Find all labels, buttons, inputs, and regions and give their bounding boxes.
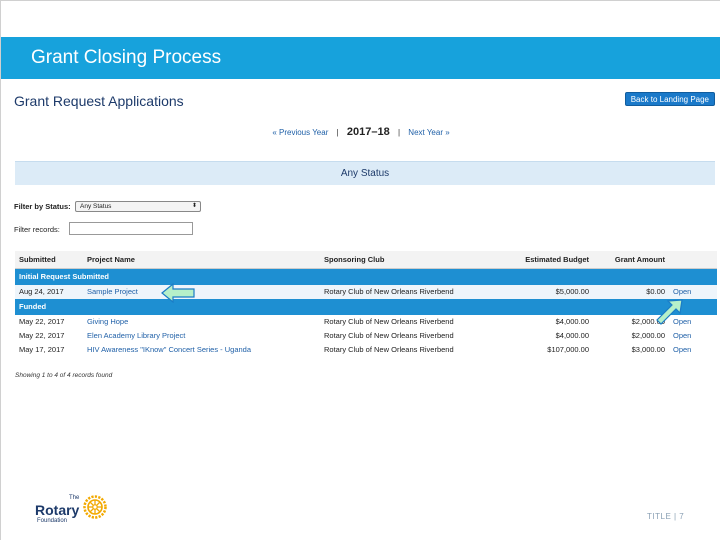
cell-club: Rotary Club of New Orleans Riverbend xyxy=(324,345,454,354)
slide: Grant Closing Process Grant Request Appl… xyxy=(0,0,720,540)
app-screenshot: Grant Request Applications Back to Landi… xyxy=(11,85,719,385)
left-arrow-callout-icon xyxy=(161,283,195,303)
back-to-landing-button[interactable]: Back to Landing Page xyxy=(624,92,715,106)
slide-title: Grant Closing Process xyxy=(31,47,222,68)
col-estimated-budget[interactable]: Estimated Budget xyxy=(495,251,593,269)
table-row: May 22, 2017 Elen Academy Library Projec… xyxy=(15,329,717,343)
cell-budget: $107,000.00 xyxy=(547,345,589,354)
group-label: Funded xyxy=(15,298,717,315)
rotary-foundation-logo: The Rotary Foundation xyxy=(35,493,115,527)
group-row-funded: Funded xyxy=(15,298,717,315)
records-count: Showing 1 to 4 of 4 records found xyxy=(15,372,113,379)
cell-submitted: Aug 24, 2017 xyxy=(15,284,83,299)
title-band: Grant Closing Process xyxy=(1,37,720,79)
table-row: May 22, 2017 Giving Hope Rotary Club of … xyxy=(15,315,717,329)
cell-budget: $4,000.00 xyxy=(555,317,589,326)
cell-grant: $3,000.00 xyxy=(631,345,665,354)
current-year: 2017–18 xyxy=(346,126,390,138)
table-row: May 17, 2017 HIV Awareness "IKnow" Conce… xyxy=(15,343,717,357)
previous-year-link[interactable]: « Previous Year xyxy=(272,128,328,137)
next-year-link[interactable]: Next Year » xyxy=(408,128,449,137)
cell-project-link[interactable]: Elen Academy Library Project xyxy=(83,329,320,343)
col-project-name[interactable]: Project Name xyxy=(83,251,320,269)
filter-records-label: Filter records: xyxy=(14,225,60,234)
diagonal-arrow-callout-icon xyxy=(656,299,683,325)
open-link[interactable]: Open xyxy=(669,343,717,357)
cell-grant: $2,000.00 xyxy=(631,331,665,340)
cell-submitted: May 22, 2017 xyxy=(19,331,65,340)
col-grant-amount[interactable]: Grant Amount xyxy=(593,251,669,269)
cell-project-link[interactable]: Giving Hope xyxy=(83,315,320,329)
group-label: Initial Request Submitted xyxy=(15,268,717,285)
cell-budget: $4,000.00 xyxy=(555,331,589,340)
logo-foundation: Foundation xyxy=(37,518,68,524)
page-title: Grant Request Applications xyxy=(14,93,184,109)
cell-budget: $5,000.00 xyxy=(495,284,593,299)
year-navigation: « Previous Year | 2017–18 | Next Year » xyxy=(11,126,711,138)
open-link[interactable]: Open xyxy=(669,329,717,343)
logo-rotary: Rotary xyxy=(35,502,80,518)
col-submitted[interactable]: Submitted xyxy=(15,251,83,269)
filter-records-input[interactable] xyxy=(69,222,193,235)
filter-status-label: Filter by Status: xyxy=(14,202,71,211)
status-select-value: Any Status xyxy=(80,203,112,210)
separator: | xyxy=(397,128,401,137)
status-select[interactable]: Any Status ⬍ xyxy=(75,201,201,212)
cell-project-link[interactable]: Sample Project xyxy=(83,284,320,299)
cell-submitted: May 17, 2017 xyxy=(19,345,65,354)
cell-submitted: May 22, 2017 xyxy=(19,317,65,326)
open-link[interactable]: Open xyxy=(669,284,717,299)
col-action xyxy=(669,251,717,269)
status-heading: Any Status xyxy=(15,161,715,185)
table-header-row: Submitted Project Name Sponsoring Club E… xyxy=(15,251,717,269)
separator: | xyxy=(336,128,339,137)
group-row-initial: Initial Request Submitted xyxy=(15,268,717,285)
grant-table: Submitted Project Name Sponsoring Club E… xyxy=(15,251,717,357)
cell-club: Rotary Club of New Orleans Riverbend xyxy=(324,317,454,326)
cell-club: Rotary Club of New Orleans Riverbend xyxy=(320,284,495,299)
cell-project-link[interactable]: HIV Awareness "IKnow" Concert Series - U… xyxy=(83,343,320,357)
cell-grant: $0.00 xyxy=(593,284,669,299)
select-arrows-icon: ⬍ xyxy=(191,203,197,209)
table-row: Aug 24, 2017 Sample Project Rotary Club … xyxy=(15,284,717,299)
cell-club: Rotary Club of New Orleans Riverbend xyxy=(324,331,454,340)
slide-footer: TITLE | 7 xyxy=(647,512,685,521)
logo-the: The xyxy=(69,495,80,501)
rotary-wheel-icon xyxy=(83,495,107,519)
col-sponsoring-club[interactable]: Sponsoring Club xyxy=(320,251,495,269)
